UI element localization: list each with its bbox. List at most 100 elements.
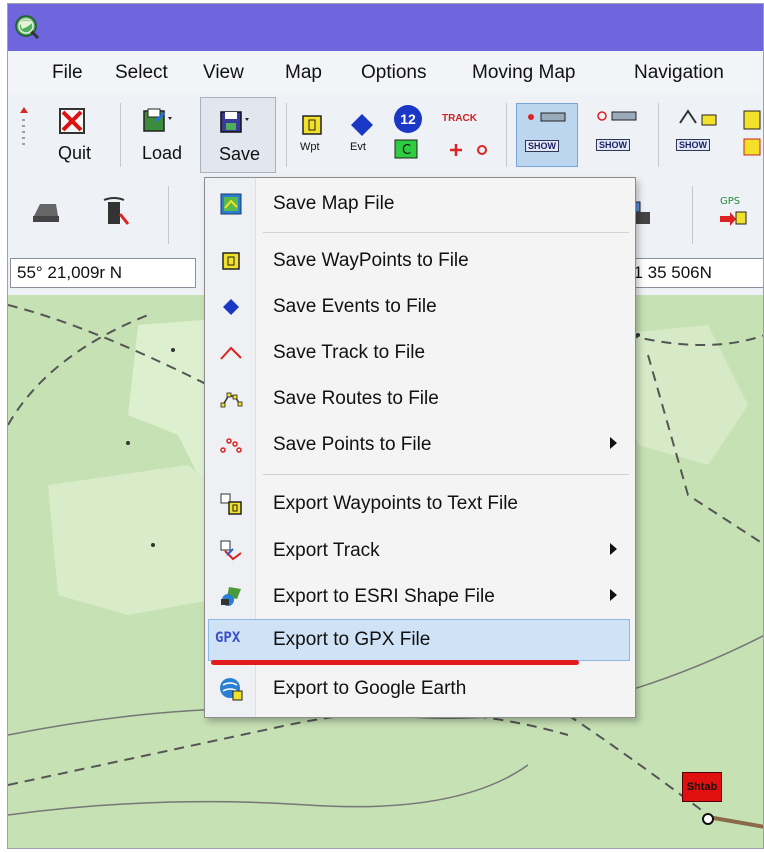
app-globe-icon (15, 15, 40, 40)
menu-item-label: Save Points to File (273, 434, 432, 455)
track-icon (220, 346, 242, 360)
menu-item-label: Export to ESRI Shape File (273, 586, 495, 607)
app-window: File Select View Map Options Moving Map … (7, 3, 764, 849)
menu-separator (263, 232, 629, 233)
event-diamond-icon (223, 299, 239, 315)
menu-item-label: Export Track (273, 540, 380, 561)
quit-icon (59, 108, 85, 134)
wpt-label: Wpt (300, 141, 320, 153)
points-show-button[interactable]: SHOW (588, 103, 650, 167)
points-line-icon (597, 111, 637, 121)
quit-label: Quit (58, 143, 92, 163)
menu-item-export-waypoints-text[interactable]: Export Waypoints to Text File (205, 484, 635, 524)
menu-item-export-esri[interactable]: Export to ESRI Shape File (205, 577, 635, 617)
menu-item-label: Save Track to File (273, 342, 426, 363)
track-line-icon (528, 112, 566, 122)
submenu-arrow-icon (610, 543, 617, 555)
save-disk-icon (220, 111, 249, 133)
menu-view[interactable]: View (203, 62, 244, 84)
route-tool-icon (679, 109, 717, 126)
event-number-badge[interactable]: 12 (394, 105, 422, 133)
menu-item-export-google-earth[interactable]: Export to Google Earth (205, 669, 635, 709)
toolbar-separator (120, 103, 121, 167)
gpx-icon: GPX (215, 630, 241, 646)
evt-label: Evt (350, 141, 366, 153)
menu-moving-map[interactable]: Moving Map (472, 62, 576, 84)
toolbar-separator (692, 186, 693, 244)
esri-icon (221, 587, 241, 606)
gps-send-icon[interactable]: GPS (718, 192, 748, 232)
dashed-trail (8, 711, 569, 786)
menu-bar: File Select View Map Options Moving Map … (8, 51, 763, 94)
menu-item-label: Save WayPoints to File (273, 250, 469, 271)
gps-receiver-icon[interactable] (100, 196, 130, 228)
menu-item-save-routes[interactable]: Save Routes to File (205, 379, 635, 419)
menu-options[interactable]: Options (361, 62, 426, 84)
points-icon (220, 438, 242, 453)
main-toolbar: Quit Load Save Wpt Evt 12 C TRACK SHOW S… (8, 93, 763, 179)
waypoint-icon (222, 252, 240, 270)
toolbar-separator (286, 103, 287, 167)
menu-item-label: Export to Google Earth (273, 678, 467, 699)
menu-select[interactable]: Select (115, 62, 168, 84)
save-dropdown-menu: Save Map File Save WayPoints to File Sav… (204, 177, 636, 718)
route-icon (220, 392, 243, 408)
submenu-arrow-icon (610, 437, 617, 449)
latitude-field[interactable]: 55° 21,009r N (10, 258, 196, 288)
menu-item-label: Save Events to File (273, 296, 437, 317)
toolbar-separator (506, 103, 507, 167)
load-button[interactable]: Load (128, 97, 194, 173)
menu-file[interactable]: File (52, 62, 83, 84)
menu-item-export-gpx[interactable]: GPX Export to GPX File (208, 619, 630, 661)
track-show-button[interactable]: SHOW (516, 103, 578, 167)
menu-item-save-points[interactable]: Save Points to File (205, 425, 635, 465)
menu-separator (263, 474, 629, 475)
printer-icon[interactable] (30, 198, 62, 226)
grid-coordinate-text: 61 35 506N (624, 263, 712, 282)
waypoint-marker-text: Shtab (686, 781, 718, 793)
submenu-arrow-icon (610, 589, 617, 601)
waypoint-tool-icon[interactable] (302, 115, 322, 135)
quit-button[interactable]: Quit (44, 97, 110, 173)
add-point-icon[interactable] (444, 141, 492, 159)
menu-item-export-track[interactable]: Export Track (205, 531, 635, 571)
menu-item-label: Save Routes to File (273, 388, 439, 409)
toolbar-separator (658, 103, 659, 167)
grid-coordinate-field[interactable]: 61 35 506N (618, 258, 763, 288)
map-file-icon (220, 193, 242, 215)
track-tool-label[interactable]: TRACK (442, 113, 477, 124)
svg-text:C: C (402, 143, 411, 158)
load-label: Load (142, 143, 183, 163)
export-track-icon (220, 540, 242, 561)
menu-map[interactable]: Map (285, 62, 322, 84)
svg-text:GPS: GPS (720, 196, 740, 207)
waypoint-marker-label[interactable]: Shtab (682, 772, 722, 802)
title-bar (8, 4, 763, 51)
event-tool-icon[interactable] (350, 113, 374, 137)
road-line (707, 815, 763, 829)
menu-item-save-events[interactable]: Save Events to File (205, 287, 635, 327)
routes-show-label: SHOW (676, 139, 710, 151)
menu-item-label: Export Waypoints to Text File (273, 493, 518, 514)
track-show-label: SHOW (525, 140, 559, 152)
menu-item-label: Export to GPX File (273, 629, 431, 650)
points-show-label: SHOW (596, 139, 630, 151)
menu-item-save-track[interactable]: Save Track to File (205, 333, 635, 373)
load-folder-icon (143, 108, 172, 132)
routes-show-button[interactable]: SHOW (668, 103, 730, 167)
c-tool-icon[interactable]: C (394, 139, 418, 159)
menu-item-save-waypoints[interactable]: Save WayPoints to File (205, 241, 635, 281)
location-marker-icon[interactable] (702, 813, 714, 825)
road-line (8, 764, 529, 816)
save-label: Save (219, 144, 261, 164)
more-tools-icon[interactable] (742, 109, 762, 159)
latitude-text: 55° 21,009r N (17, 263, 123, 282)
text-export-icon (220, 493, 242, 515)
dashed-trail (8, 314, 149, 426)
menu-item-label: Save Map File (273, 193, 395, 214)
menu-navigation[interactable]: Navigation (634, 62, 724, 84)
highlight-underline-annotation (211, 660, 579, 665)
toolbar-grip[interactable] (18, 107, 30, 151)
save-button[interactable]: Save (200, 97, 276, 173)
menu-item-save-map-file[interactable]: Save Map File (205, 184, 635, 224)
